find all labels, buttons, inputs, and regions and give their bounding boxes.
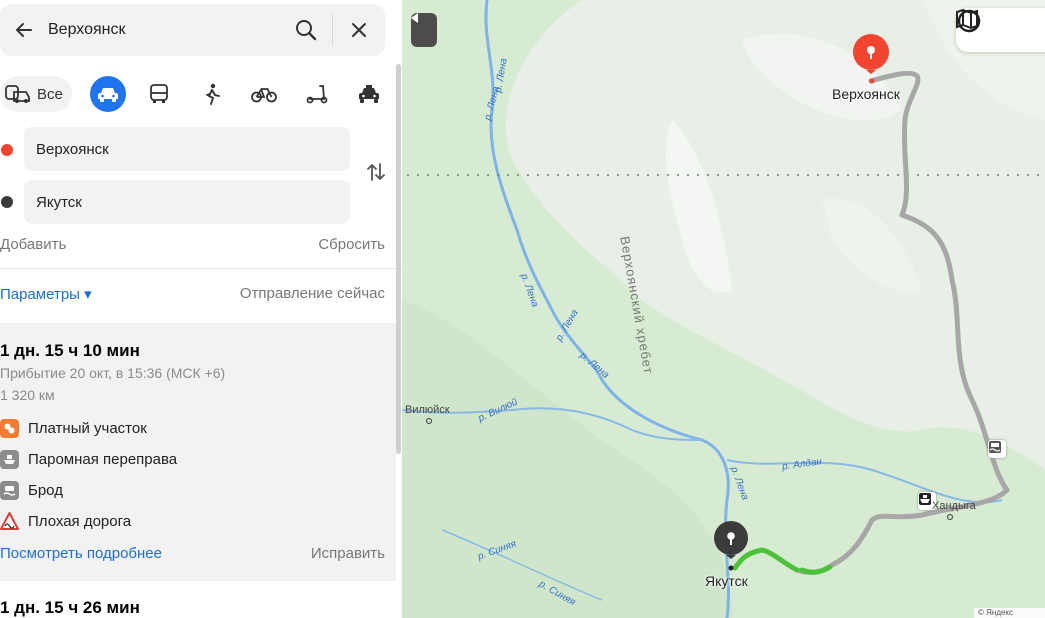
ford-marker[interactable] bbox=[988, 440, 1006, 458]
taxi-icon bbox=[359, 85, 379, 103]
all-transport-icon bbox=[5, 85, 30, 103]
back-button[interactable] bbox=[0, 4, 48, 56]
copyright: © Яндекс bbox=[974, 608, 1045, 618]
mode-all-label: Все bbox=[37, 85, 63, 103]
city-label-end: Якутск bbox=[705, 573, 748, 589]
bad-road-icon bbox=[0, 512, 19, 531]
toll-icon bbox=[0, 418, 19, 438]
ford-icon bbox=[0, 480, 19, 500]
route-feature-label: Платный участок bbox=[28, 419, 147, 437]
params-dropdown[interactable]: Параметры ▾ bbox=[0, 285, 92, 303]
route-panel: Верхоянск Все Верхоянск Якутск Добавить … bbox=[0, 0, 402, 618]
map-pin-icon bbox=[714, 521, 748, 559]
search-icon bbox=[296, 20, 317, 41]
mode-scooter-button[interactable] bbox=[299, 76, 335, 112]
panel-scrollbar[interactable] bbox=[396, 64, 401, 454]
ford-icon bbox=[989, 441, 1001, 453]
route-distance: 1 320 км bbox=[0, 387, 55, 403]
from-point-dot bbox=[1, 144, 13, 156]
search-bar: Верхоянск bbox=[0, 4, 385, 56]
route-feature: Брод bbox=[0, 480, 63, 500]
route-feature: Паромная переправа bbox=[0, 449, 177, 469]
scooter-icon bbox=[306, 85, 328, 104]
route-card[interactable]: 1 дн. 15 ч 10 мин Прибытие 20 окт, в 15:… bbox=[0, 323, 396, 581]
mode-bus-button[interactable] bbox=[141, 76, 177, 112]
route-duration: 1 дн. 15 ч 10 мин bbox=[0, 341, 140, 360]
route-feature: Плохая дорога bbox=[0, 511, 131, 531]
swap-points-button[interactable] bbox=[364, 160, 388, 184]
from-point-input[interactable]: Верхоянск bbox=[24, 127, 350, 171]
map-pin-icon bbox=[853, 34, 889, 74]
add-point-link[interactable]: Добавить bbox=[0, 236, 66, 253]
map-type-icon[interactable] bbox=[956, 8, 978, 30]
ferry-icon bbox=[919, 493, 931, 505]
route-feature-label: Брод bbox=[28, 481, 63, 499]
route-duration[interactable]: 1 дн. 15 ч 26 мин bbox=[0, 598, 140, 618]
bicycle-icon bbox=[251, 88, 277, 103]
car-icon bbox=[98, 88, 118, 102]
to-point-input[interactable]: Якутск bbox=[24, 180, 350, 224]
divider bbox=[0, 268, 402, 269]
mode-car-button[interactable] bbox=[90, 76, 126, 112]
mode-walk-button[interactable] bbox=[194, 76, 230, 112]
city-label-vilyuysk: Вилюйск bbox=[405, 404, 450, 416]
route-feature-label: Паромная переправа bbox=[28, 450, 178, 468]
transport-modes: Все bbox=[0, 74, 392, 114]
details-link[interactable]: Посмотреть подробнее bbox=[0, 545, 162, 562]
map-controls bbox=[956, 8, 1045, 52]
pedestrian-icon bbox=[206, 83, 220, 105]
city-label-handyga: Хандыга bbox=[932, 500, 976, 512]
route-arrival: Прибытие 20 окт, в 15:36 (МСК +6) bbox=[0, 365, 226, 381]
arrow-left-icon bbox=[16, 23, 32, 37]
mode-taxi-button[interactable] bbox=[351, 76, 387, 112]
ferry-icon bbox=[0, 449, 19, 469]
map[interactable]: Верхоянск Якутск Вилюйск Хандыга р. Лена… bbox=[402, 0, 1045, 618]
fix-link[interactable]: Исправить bbox=[311, 545, 385, 562]
mode-all-button[interactable]: Все bbox=[0, 76, 72, 112]
collapse-panel-button[interactable] bbox=[411, 13, 437, 47]
departure-selector[interactable]: Отправление сейчас bbox=[240, 285, 385, 302]
mode-bike-button[interactable] bbox=[246, 76, 282, 112]
close-icon bbox=[352, 23, 366, 37]
city-label-start: Верхоянск bbox=[832, 86, 900, 102]
swap-icon bbox=[367, 163, 385, 181]
search-input[interactable]: Верхоянск bbox=[48, 21, 280, 39]
bus-icon bbox=[150, 84, 168, 103]
to-point-dot bbox=[1, 196, 13, 208]
reset-link[interactable]: Сбросить bbox=[318, 236, 385, 253]
clear-button[interactable] bbox=[333, 4, 385, 56]
route-feature-label: Плохая дорога bbox=[28, 512, 132, 530]
triangle-left-icon bbox=[411, 13, 418, 23]
search-button[interactable] bbox=[280, 4, 332, 56]
route-feature: Платный участок bbox=[0, 418, 147, 438]
